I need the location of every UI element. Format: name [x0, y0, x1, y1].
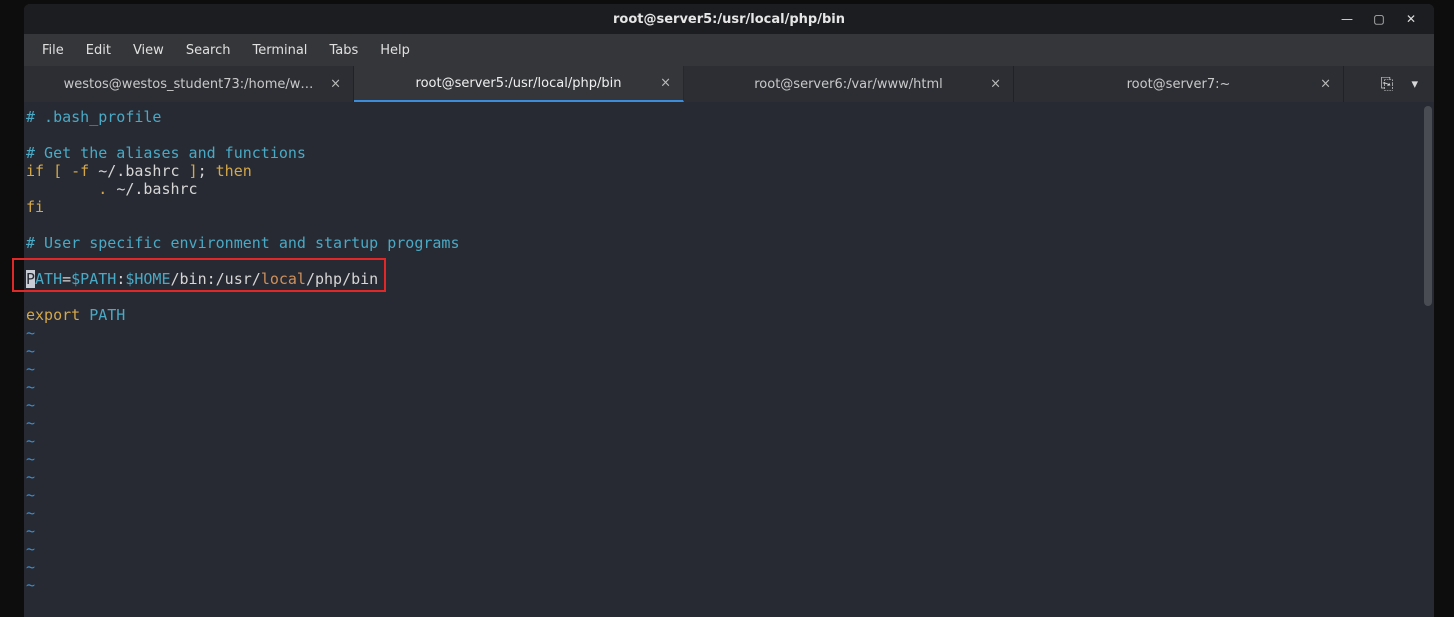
code-bracket: ] — [189, 162, 198, 180]
menu-tabs[interactable]: Tabs — [319, 39, 368, 62]
terminal-area[interactable]: # .bash_profile # Get the aliases and fu… — [24, 102, 1434, 617]
code-var-dollar: $HOME — [125, 270, 170, 288]
code-keyword-export: export — [26, 306, 80, 324]
code-indent — [26, 180, 98, 198]
code-comment: # .bash_profile — [26, 108, 161, 126]
close-icon[interactable]: × — [660, 76, 671, 91]
code-keyword-fi: fi — [26, 198, 44, 216]
code-comment: # Get the aliases and functions — [26, 144, 306, 162]
code-bracket: [ — [44, 162, 71, 180]
tab-label: root@server6:/var/www/html — [754, 77, 943, 92]
close-icon[interactable]: × — [1320, 77, 1331, 92]
code-path: ~/.bashrc — [116, 180, 197, 198]
maximize-button[interactable]: ▢ — [1370, 10, 1388, 28]
code-comment: # User specific environment and startup … — [26, 234, 459, 252]
menu-terminal[interactable]: Terminal — [242, 39, 317, 62]
menu-file[interactable]: File — [32, 39, 74, 62]
code-keyword-if: if — [26, 162, 44, 180]
menu-view[interactable]: View — [123, 39, 174, 62]
tilde-lines: ~ ~ ~ ~ ~ ~ ~ ~ ~ ~ ~ ~ ~ ~ ~ — [26, 324, 35, 594]
code-var: ATH — [35, 270, 62, 288]
close-icon[interactable]: × — [990, 77, 1001, 92]
window-title: root@server5:/usr/local/php/bin — [613, 12, 845, 27]
titlebar: root@server5:/usr/local/php/bin — ▢ ✕ — [24, 4, 1434, 34]
menu-edit[interactable]: Edit — [76, 39, 121, 62]
menu-search[interactable]: Search — [176, 39, 241, 62]
tab-label: root@server5:/usr/local/php/bin — [416, 76, 622, 91]
code-path: ~/.bashrc — [89, 162, 188, 180]
tab-0[interactable]: westos@westos_student73:/home/w… × — [24, 66, 354, 102]
code-keyword-then: then — [216, 162, 252, 180]
tab-menu-icon[interactable]: ▾ — [1411, 77, 1418, 92]
tab-3[interactable]: root@server7:~ × — [1014, 66, 1344, 102]
menu-help[interactable]: Help — [370, 39, 420, 62]
code-punc: = — [62, 270, 71, 288]
menubar: File Edit View Search Terminal Tabs Help — [24, 34, 1434, 66]
tab-label: westos@westos_student73:/home/w… — [64, 77, 314, 92]
close-window-button[interactable]: ✕ — [1402, 10, 1420, 28]
code-space — [80, 306, 89, 324]
tab-label: root@server7:~ — [1127, 77, 1231, 92]
code-path: /bin:/usr/ — [171, 270, 261, 288]
code-flag: -f — [71, 162, 89, 180]
code-path: /php/bin — [306, 270, 378, 288]
code-var-dollar: $PATH — [71, 270, 116, 288]
new-tab-icon[interactable]: ⎘ — [1381, 74, 1394, 94]
editor-cursor: P — [26, 270, 35, 288]
tab-2[interactable]: root@server6:/var/www/html × — [684, 66, 1014, 102]
code-punc: ; — [198, 162, 216, 180]
terminal-window: root@server5:/usr/local/php/bin — ▢ ✕ Fi… — [24, 4, 1434, 617]
tabbar-actions: ⎘ ▾ — [1381, 66, 1434, 102]
window-controls: — ▢ ✕ — [1338, 4, 1430, 34]
tabbar: westos@westos_student73:/home/w… × root@… — [24, 66, 1434, 102]
code-punc: : — [116, 270, 125, 288]
scrollbar[interactable] — [1424, 106, 1432, 306]
code-local: local — [261, 270, 306, 288]
minimize-button[interactable]: — — [1338, 10, 1356, 28]
code-var-path: PATH — [89, 306, 125, 324]
terminal-content: # .bash_profile # Get the aliases and fu… — [26, 108, 1422, 594]
tab-1[interactable]: root@server5:/usr/local/php/bin × — [354, 66, 684, 102]
code-dot: . — [98, 180, 116, 198]
close-icon[interactable]: × — [330, 77, 341, 92]
